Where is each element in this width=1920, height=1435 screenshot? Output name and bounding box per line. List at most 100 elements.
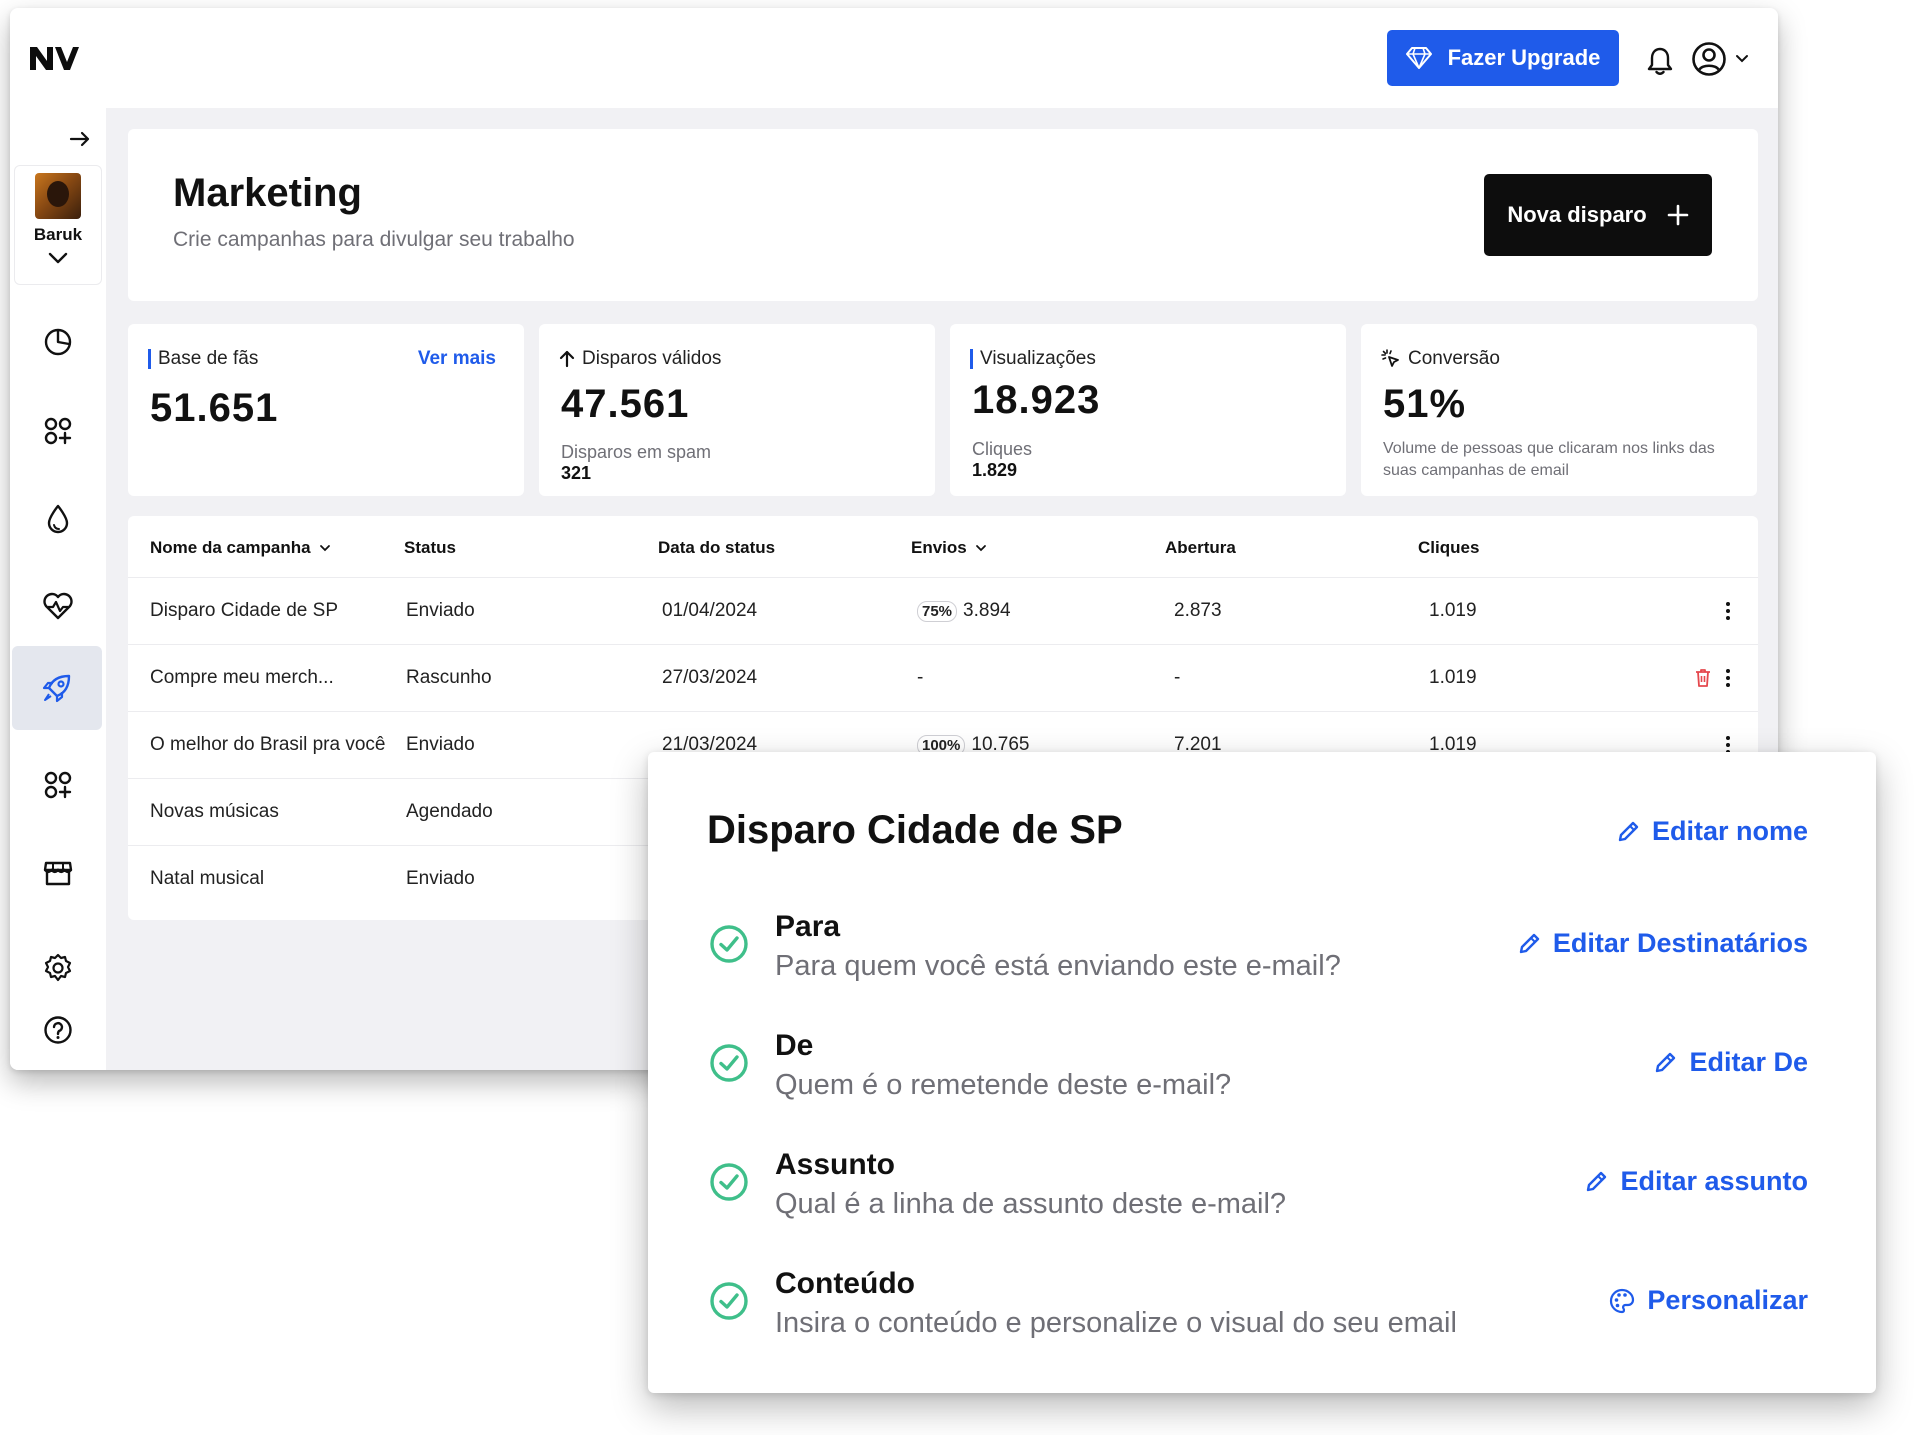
chevron-down-icon (1736, 55, 1748, 63)
edit-subject-link[interactable]: Editar assunto (1584, 1166, 1808, 1197)
column-label: Abertura (1165, 538, 1236, 557)
edit-name-link[interactable]: Editar nome (1616, 816, 1808, 847)
cell-name: Disparo Cidade de SP (150, 600, 338, 621)
column-header-sends[interactable]: Envios (911, 538, 987, 558)
cell-name: O melhor do Brasil pra você (150, 734, 386, 755)
stat-sub-label: Cliques (972, 439, 1033, 459)
edit-sender-label: Editar De (1689, 1047, 1808, 1077)
step-title: Assunto (775, 1148, 895, 1181)
edit-subject-label: Editar assunto (1620, 1166, 1808, 1196)
step-description: Insira o conteúdo e personalize o visual… (775, 1307, 1457, 1339)
upgrade-label: Fazer Upgrade (1447, 45, 1601, 70)
table-row[interactable]: Disparo Cidade de SP Enviado 01/04/2024 … (128, 578, 1758, 645)
check-circle-icon (710, 925, 748, 963)
sidebar-item-health[interactable] (32, 580, 84, 632)
profile-switcher[interactable]: Baruk (14, 165, 102, 285)
stat-label: Base de fãs (158, 348, 259, 369)
cell-status: Enviado (406, 868, 475, 889)
cell-sends: 75% 3.894 (917, 600, 1011, 622)
user-menu[interactable] (1691, 39, 1761, 79)
column-label: Envios (911, 538, 967, 557)
edit-recipients-link[interactable]: Editar Destinatários (1517, 928, 1808, 959)
cell-status: Agendado (406, 801, 493, 822)
stat-label: Disparos válidos (582, 348, 722, 369)
page-title: Marketing (173, 171, 362, 215)
sidebar-item-apps[interactable] (32, 405, 84, 457)
column-header-date: Data do status (658, 538, 775, 558)
edit-recipients-label: Editar Destinatários (1552, 928, 1808, 958)
column-label: Data do status (658, 538, 776, 557)
step-title: De (775, 1029, 814, 1062)
cell-status: Enviado (406, 734, 475, 755)
pencil-icon (1656, 1052, 1676, 1072)
page-header: Marketing Crie campanhas para divulgar s… (128, 129, 1758, 301)
plus-icon (1667, 204, 1688, 226)
sidebar-item-store[interactable] (32, 847, 84, 899)
drop-icon (47, 504, 69, 534)
check-circle-icon (710, 1044, 748, 1082)
edit-name-label: Editar nome (1651, 816, 1808, 846)
edit-sender-link[interactable]: Editar De (1653, 1047, 1808, 1078)
table-row[interactable]: Compre meu merch... Rascunho 27/03/2024 … (128, 645, 1758, 712)
click-sparkle-icon (1381, 349, 1399, 367)
avatar (35, 173, 81, 219)
sidebar-item-drop[interactable] (32, 493, 84, 545)
stat-label: Visualizações (980, 348, 1096, 369)
more-vertical-icon[interactable] (1724, 600, 1732, 622)
check-circle-icon (710, 1282, 748, 1320)
stat-value: 51.651 (150, 386, 279, 430)
arrow-right-icon[interactable] (68, 127, 92, 151)
cell-name: Compre meu merch... (150, 667, 334, 688)
customize-link[interactable]: Personalizar (1609, 1285, 1808, 1316)
cell-opens: 2.873 (1174, 600, 1222, 621)
apps-icon (44, 771, 72, 799)
stat-label: Conversão (1408, 348, 1500, 369)
popover-title: Disparo Cidade de SP (707, 808, 1123, 852)
sidebar-item-apps-2[interactable] (32, 759, 84, 811)
sidebar-item-help[interactable] (32, 1004, 84, 1056)
column-header-clicks: Cliques (1418, 538, 1479, 558)
stat-sub-label: Disparos em spam (561, 442, 712, 462)
column-label: Status (404, 538, 456, 557)
chevron-down-icon (319, 545, 330, 552)
page-subtitle: Crie campanhas para divulgar seu trabalh… (173, 228, 575, 251)
column-header-name[interactable]: Nome da campanha (150, 538, 331, 558)
stat-value: 18.923 (972, 378, 1101, 422)
step-title: Para (775, 910, 841, 943)
chevron-down-icon (975, 545, 986, 552)
sidebar-item-marketing[interactable] (12, 646, 102, 730)
column-label: Cliques (1418, 538, 1480, 557)
step-description: Para quem você está enviando este e-mail… (775, 950, 1341, 982)
settings-icon (44, 953, 72, 982)
step-description: Quem é o remetende deste e-mail? (775, 1069, 1232, 1101)
new-campaign-button[interactable]: Nova disparo (1484, 174, 1712, 256)
cell-name: Natal musical (150, 868, 265, 889)
cell-date: 27/03/2024 (662, 667, 758, 688)
palette-icon (1610, 1288, 1635, 1313)
cell-status: Enviado (406, 600, 475, 621)
see-more-link[interactable]: Ver mais (418, 348, 496, 370)
cell-sends: - (917, 667, 924, 688)
pencil-icon (1618, 821, 1639, 841)
accent-bar-icon (970, 349, 973, 369)
sends-value: 3.894 (963, 600, 1011, 621)
customize-label: Personalizar (1647, 1285, 1808, 1315)
diamond-icon (1405, 47, 1432, 69)
more-vertical-icon[interactable] (1724, 667, 1732, 689)
stat-header: Visualizações (970, 348, 1096, 370)
cell-name: Novas músicas (150, 801, 279, 822)
table-header: Nome da campanha Status Data do status E… (128, 516, 1758, 578)
stat-card-valid-sends: Disparos válidos 47.561 Disparos em spam… (539, 324, 935, 496)
cell-clicks: 1.019 (1429, 600, 1477, 621)
upgrade-button[interactable]: Fazer Upgrade (1387, 30, 1619, 86)
trash-icon[interactable] (1695, 668, 1711, 688)
sidebar-item-settings[interactable] (32, 942, 84, 994)
new-campaign-label: Nova disparo (1507, 202, 1647, 227)
step-description: Qual é a linha de assunto deste e-mail? (775, 1188, 1287, 1220)
rocket-icon (42, 674, 71, 703)
stat-sub-value: 1.829 (972, 460, 1018, 480)
bell-icon[interactable] (1646, 46, 1674, 76)
sidebar-item-dashboard[interactable] (32, 316, 84, 368)
brand-logo[interactable] (28, 43, 80, 73)
stat-header: Base de fãs (148, 348, 258, 370)
